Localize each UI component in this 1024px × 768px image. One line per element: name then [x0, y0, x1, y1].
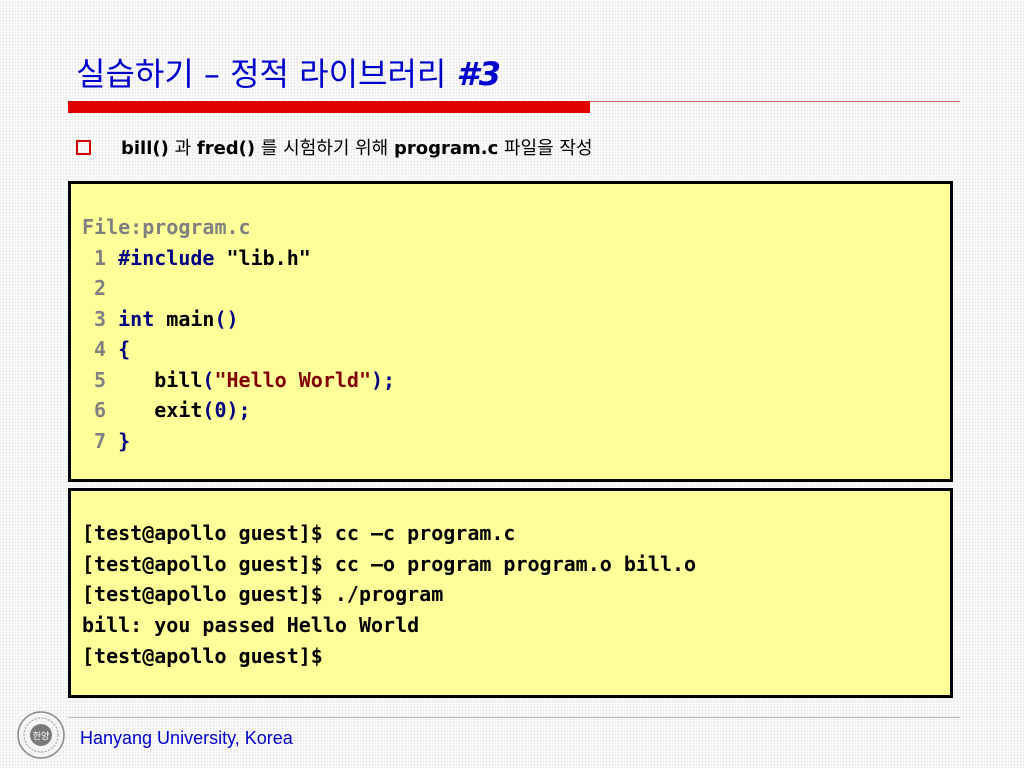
bullet-end: 파일을 작성 — [498, 138, 593, 159]
bullet-middle: 를 시험하기 위해 — [255, 138, 394, 159]
code-string: "Hello World" — [214, 367, 372, 392]
university-seal-logo: 한양 — [16, 710, 66, 760]
title-underline-rule — [590, 101, 960, 102]
code-function-name: main — [166, 306, 215, 331]
bullet-program: program.c — [393, 138, 499, 159]
terminal-line-2: [test@apollo guest]$ cc –o program progr… — [82, 551, 697, 576]
code-line-5: 5 bill("Hello World"); — [82, 365, 950, 396]
slide-title-text: 실습하기 – 정적 라이브러리 — [76, 55, 457, 93]
footer-university-name: Hanyang University, Korea — [80, 728, 293, 748]
terminal-line-1: [test@apollo guest]$ cc –c program.c — [82, 521, 516, 545]
code-paren-close: ); — [371, 367, 396, 392]
code-brace: { — [118, 337, 131, 361]
line-number: 4 — [82, 337, 119, 361]
code-include-file: "lib.h" — [226, 245, 311, 270]
title-underline-bar — [68, 101, 590, 113]
code-line-4: 4 { — [82, 334, 950, 365]
code-keyword: #include — [118, 245, 227, 270]
line-number: 2 — [82, 276, 107, 300]
footer-rule — [68, 717, 960, 718]
line-number: 3 — [82, 306, 119, 331]
terminal-line-5: [test@apollo guest]$ — [82, 643, 323, 668]
terminal-output-box: [test@apollo guest]$ cc –c program.c [te… — [68, 488, 953, 698]
bullet-fred: fred() — [196, 138, 256, 159]
bullet-and: 과 — [168, 138, 197, 159]
code-function-call: bill — [118, 367, 203, 392]
code-listing-box: File:program.c 1 #include "lib.h" 2 3 in… — [68, 181, 953, 482]
code-brace: } — [118, 428, 131, 453]
code-paren: ( — [202, 367, 215, 392]
terminal-line-3: [test@apollo guest]$ ./program — [82, 582, 444, 607]
slide-title: 실습하기 – 정적 라이브러리 #3 — [76, 52, 501, 96]
bullet-text: bill() 과 fred() 를 시험하기 위해 program.c 파일을 … — [121, 134, 593, 160]
code-args: (0); — [202, 398, 251, 422]
code-line-3: 3 int main() — [82, 304, 950, 335]
code-line-7: 7 } — [82, 426, 950, 457]
line-number: 1 — [82, 245, 119, 270]
bullet-item: bill() 과 fred() 를 시험하기 위해 program.c 파일을 … — [76, 134, 593, 160]
code-file-label: File:program.c — [82, 215, 251, 239]
code-line-1: 1 #include "lib.h" — [82, 243, 950, 274]
line-number: 6 — [82, 398, 119, 422]
square-bullet-icon — [76, 139, 91, 155]
line-number: 5 — [82, 367, 119, 392]
bullet-bill: bill() — [121, 138, 169, 159]
terminal-line-4: bill: you passed Hello World — [82, 613, 420, 638]
code-parens: () — [214, 306, 239, 331]
slide-title-number: #3 — [456, 55, 502, 93]
logo-text: 한양 — [33, 731, 50, 742]
code-line-6: 6 exit(0); — [82, 395, 950, 426]
code-line-2: 2 — [82, 273, 950, 304]
line-number: 7 — [82, 428, 119, 453]
code-keyword: int — [118, 306, 167, 331]
code-function-call: exit — [118, 398, 203, 422]
